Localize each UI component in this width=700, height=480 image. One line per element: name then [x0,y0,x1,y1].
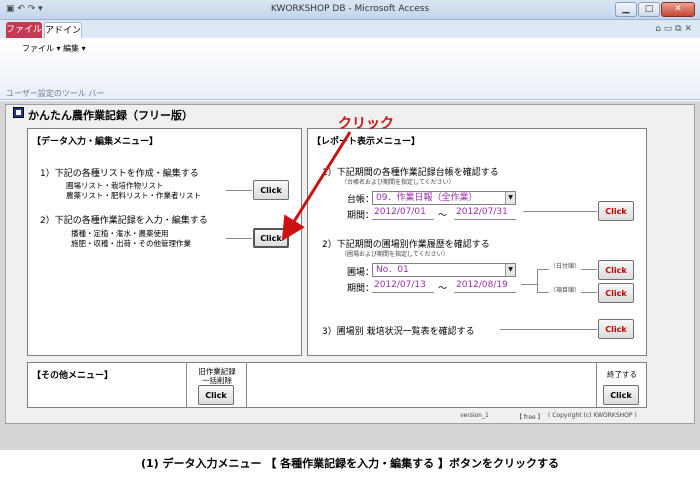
screenshot-caption: (1) データ入力メニュー 【 各種作業記録を入力・編集する 】ボタンをクリック… [140,457,560,470]
click-annotation-arrow [281,131,352,242]
